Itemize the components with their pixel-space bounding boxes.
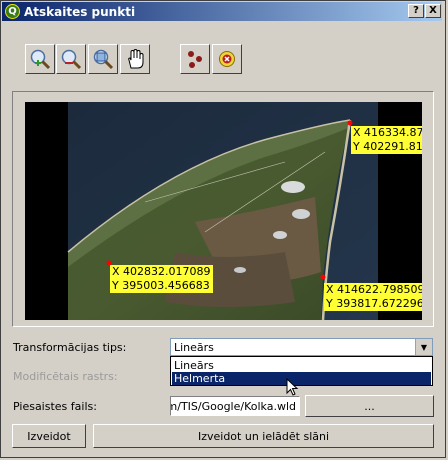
zoom-out-icon <box>61 49 82 70</box>
zoom-in-button[interactable] <box>25 44 55 74</box>
dropdown-option-linear[interactable]: Lineārs <box>172 359 431 372</box>
transform-type-select[interactable]: Lineārs ▼ <box>170 338 433 356</box>
window-title: Atskaites punkti <box>24 4 136 19</box>
point-label-2: X 402832.017089 Y 395003.456683 <box>110 265 213 293</box>
mouse-cursor-icon <box>286 378 299 396</box>
point-1-y: Y 402291.81 <box>353 140 422 153</box>
add-points-button[interactable] <box>180 44 210 74</box>
ground-control-point-1[interactable] <box>347 120 353 126</box>
map-canvas[interactable]: X 416334.87 Y 402291.81 X 402832.017089 … <box>25 102 422 320</box>
point-3-y: Y 393817.672296 <box>326 297 422 310</box>
point-label-1: X 416334.87 Y 402291.81 <box>351 126 422 154</box>
browse-button[interactable]: ... <box>305 395 434 417</box>
point-3-x: X 414622.798509 <box>326 283 422 296</box>
link-file-input[interactable]: oam/TIS/Google/Kolka.wld <box>170 396 300 416</box>
create-button[interactable]: Izveidot <box>12 424 86 448</box>
delete-point-button[interactable] <box>212 44 242 74</box>
create-and-load-layer-button[interactable]: Izveidot un ielādēt slāni <box>93 424 434 448</box>
zoom-in-icon <box>30 49 51 70</box>
zoom-full-button[interactable] <box>88 44 118 74</box>
close-button[interactable]: X <box>425 4 441 18</box>
help-button[interactable]: ? <box>408 4 424 18</box>
point-2-y: Y 395003.456683 <box>112 279 210 292</box>
transform-type-label: Transformācijas tips: <box>13 341 127 354</box>
dropdown-option-helmert[interactable]: Helmerta <box>172 372 431 385</box>
add-points-icon <box>188 51 202 68</box>
point-label-3: X 414622.798509 Y 393817.672296 <box>324 283 422 311</box>
qgis-app-icon: Q <box>5 4 20 19</box>
pan-hand-icon <box>128 48 144 69</box>
zoom-out-button[interactable] <box>56 44 86 74</box>
chevron-down-icon[interactable]: ▼ <box>415 339 432 355</box>
title-bar[interactable]: Q Atskaites punkti ? X <box>2 2 442 21</box>
pan-button[interactable] <box>120 44 150 74</box>
point-1-x: X 416334.87 <box>353 126 422 139</box>
transform-type-dropdown[interactable]: Lineārs Helmerta <box>170 356 433 386</box>
point-2-x: X 402832.017089 <box>112 265 211 278</box>
link-file-value: oam/TIS/Google/Kolka.wld <box>171 400 296 413</box>
ground-control-point-3[interactable] <box>320 274 326 280</box>
modified-raster-label: Modificētais rastrs: <box>13 370 118 383</box>
link-file-label: Piesaistes fails: <box>13 400 97 413</box>
zoom-full-icon <box>93 49 114 70</box>
transform-type-value: Lineārs <box>174 341 214 354</box>
delete-point-icon <box>219 51 235 67</box>
